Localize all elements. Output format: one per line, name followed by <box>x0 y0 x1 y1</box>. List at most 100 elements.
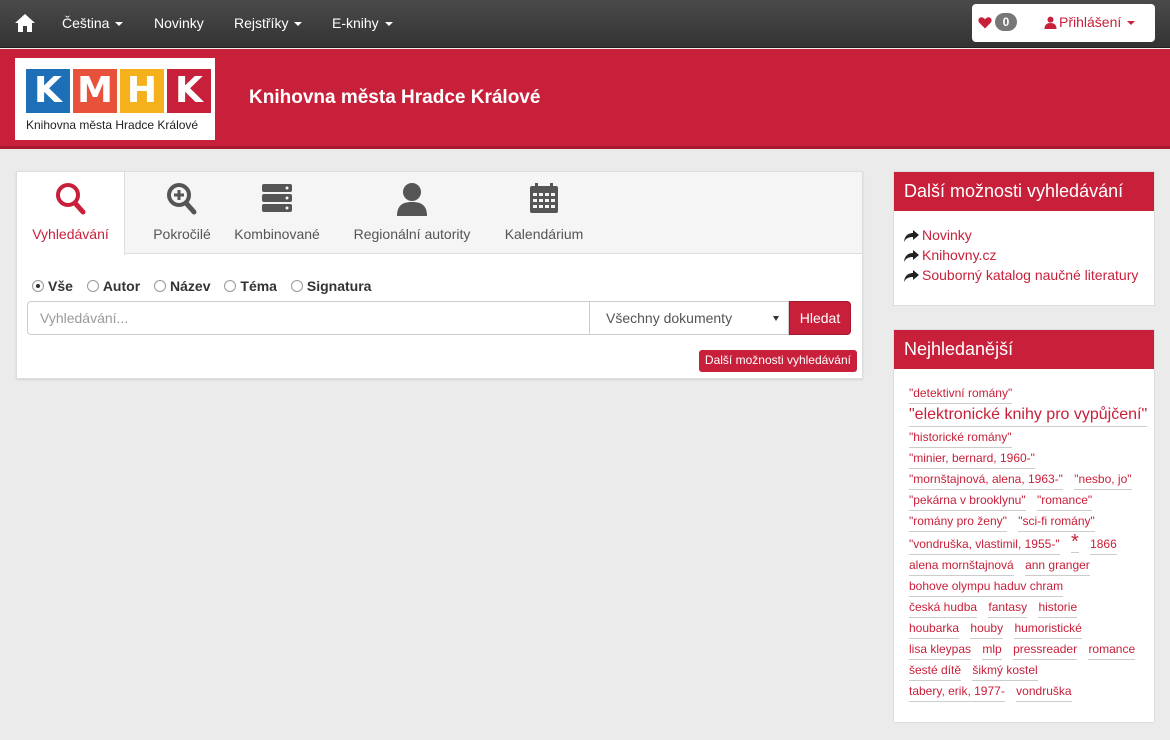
scope-radio-signatura[interactable]: Signatura <box>290 278 371 294</box>
logo-letter: K <box>34 70 62 111</box>
zoom-plus-icon <box>166 182 198 219</box>
logo-letter: K <box>175 70 203 111</box>
scope-radio-autor[interactable]: Autor <box>86 278 141 294</box>
popular-search-tag[interactable]: humoristické <box>1014 619 1082 639</box>
login-label: Přihlášení <box>1059 14 1122 30</box>
popular-search-tag[interactable]: pressreader <box>1013 640 1078 660</box>
calendar-icon <box>529 182 559 217</box>
logo-caption: Knihovna města Hradce Králové <box>26 118 199 132</box>
radio-unchecked <box>86 280 99 292</box>
list-item: Novinky <box>904 225 1154 245</box>
popular-search-tag[interactable]: vondruška <box>1016 682 1072 702</box>
nav-novinky[interactable]: Novinky <box>154 0 204 48</box>
popular-search-tag[interactable]: "pekárna v brooklynu" <box>909 491 1026 511</box>
popular-search-tag[interactable]: "sci-fi romány" <box>1018 512 1095 532</box>
popular-searches-title: Nejhledanější <box>894 330 1154 369</box>
popular-search-tag[interactable]: 1866 <box>1090 535 1117 555</box>
heart-icon <box>978 16 992 29</box>
search-scope-radios: Vše Autor Název Téma Signatura <box>32 278 381 294</box>
tab-kalendarium[interactable]: Kalendárium <box>497 172 591 254</box>
logo-letter: M <box>77 70 113 111</box>
user-panel: 0 Přihlášení <box>972 4 1155 42</box>
popular-search-tag[interactable]: česká hudba <box>909 598 978 618</box>
list-item: Souborný katalog naučné literatury <box>904 265 1154 285</box>
nav-eknihy[interactable]: E-knihy <box>332 0 393 48</box>
radio-label: Téma <box>240 278 277 294</box>
tab-label: Pokročilé <box>153 226 211 242</box>
popular-search-tag[interactable]: historie <box>1038 598 1078 618</box>
link-soborny-katalog[interactable]: Souborný katalog naučné literatury <box>922 267 1138 283</box>
popular-search-tag[interactable]: "romance" <box>1036 491 1093 511</box>
popular-search-tag[interactable]: mlp <box>982 640 1002 660</box>
popular-search-tag[interactable]: "minier, bernard, 1960-" <box>909 449 1035 469</box>
popular-search-tag[interactable]: fantasy <box>988 598 1028 618</box>
tab-vyhledavani[interactable]: Vyhledávání <box>17 172 125 255</box>
site-header: K M H K Knihovna města Hradce Králové Kn… <box>0 49 1170 149</box>
link-knihovny-cz[interactable]: Knihovny.cz <box>922 247 996 263</box>
server-stack-icon <box>261 182 293 217</box>
search-form: Všechny dokumenty Hledat <box>27 301 852 335</box>
search-panel: Vyhledávání Pokročilé Kombinované Region… <box>16 171 863 379</box>
popular-search-tag[interactable]: "detektivní romány" <box>909 384 1013 404</box>
popular-searches-box: Nejhledanější "detektivní romány" "elekt… <box>893 329 1155 723</box>
popular-search-tag[interactable]: tabery, erik, 1977- <box>909 682 1005 702</box>
nav-rejstriky[interactable]: Rejstříky <box>234 0 303 48</box>
user-icon <box>1044 16 1057 29</box>
radio-label: Autor <box>102 278 141 294</box>
nav-novinky-label: Novinky <box>154 15 204 31</box>
person-icon <box>396 182 428 219</box>
logo-tile: K <box>26 69 70 113</box>
popular-search-tag[interactable]: lisa kleypas <box>909 640 972 660</box>
nav-eknihy-label: E-knihy <box>332 15 379 31</box>
popular-search-tag[interactable]: šesté dítě <box>909 661 962 681</box>
logo-tiles: K M H K <box>26 69 214 113</box>
tab-label: Kombinované <box>234 226 320 242</box>
link-novinky[interactable]: Novinky <box>922 227 972 243</box>
language-menu-label: Čeština <box>62 15 110 31</box>
popular-search-tag[interactable]: "nesbo, jo" <box>1074 470 1132 490</box>
tab-pokrocile[interactable]: Pokročilé <box>127 172 237 254</box>
more-options-links: Novinky Knihovny.cz Souborný katalog nau… <box>894 211 1154 285</box>
site-title: Knihovna města Hradce Králové <box>249 87 541 108</box>
language-menu[interactable]: Čeština <box>62 0 124 48</box>
popular-search-tag[interactable]: "historické romány" <box>909 428 1012 448</box>
scope-radio-tema[interactable]: Téma <box>224 278 277 294</box>
popular-search-tag[interactable]: šikmý kostel <box>972 661 1038 681</box>
logo-tile: H <box>120 69 164 113</box>
radio-label: Vše <box>48 278 73 294</box>
document-type-value: Všechny dokumenty <box>606 310 733 326</box>
home-icon[interactable] <box>14 12 36 34</box>
popular-search-tag[interactable]: "romány pro ženy" <box>909 512 1007 532</box>
popular-search-tag[interactable]: "mornštajnová, alena, 1963-" <box>909 470 1063 490</box>
document-type-select[interactable]: Všechny dokumenty <box>590 301 789 335</box>
popular-search-tag[interactable]: houby <box>970 619 1004 639</box>
chevron-down-icon <box>773 316 779 321</box>
search-input[interactable] <box>27 301 590 335</box>
popular-search-tag[interactable]: "elektronické knihy pro vypůjčení" <box>909 404 1148 427</box>
radio-label: Název <box>170 278 211 294</box>
scope-radio-vse[interactable]: Vše <box>32 278 73 294</box>
scope-radio-nazev[interactable]: Název <box>154 278 211 294</box>
search-submit-button[interactable]: Hledat <box>789 301 851 335</box>
list-item: Knihovny.cz <box>904 245 1154 265</box>
site-logo[interactable]: K M H K Knihovna města Hradce Králové <box>15 58 215 140</box>
popular-search-tag[interactable]: ann granger <box>1025 556 1090 576</box>
favorites-count-badge: 0 <box>995 13 1017 32</box>
popular-search-tag[interactable]: "vondruška, vlastimil, 1955-" <box>909 535 1060 555</box>
radio-unchecked <box>290 280 303 292</box>
popular-search-tag[interactable]: romance <box>1088 640 1136 660</box>
popular-search-tag[interactable]: houbarka <box>909 619 960 639</box>
more-search-options-button[interactable]: Další možnosti vyhledávání <box>698 350 857 372</box>
favorites-button[interactable]: 0 <box>978 13 1017 33</box>
tab-kombinovane[interactable]: Kombinované <box>231 172 323 254</box>
login-menu[interactable]: Přihlášení <box>1044 14 1136 30</box>
tab-regionalni-autority[interactable]: Regionální autority <box>347 172 477 254</box>
popular-search-tag[interactable]: bohove olympu haduv chram <box>909 577 1064 597</box>
share-arrow-icon <box>904 250 919 262</box>
popular-search-tag[interactable]: * <box>1070 532 1079 553</box>
tab-label: Kalendárium <box>504 226 584 242</box>
tag-cloud: "detektivní romány" "elektronické knihy … <box>894 369 1154 712</box>
chevron-down-icon <box>294 22 303 27</box>
popular-search-tag[interactable]: alena mornštajnová <box>909 556 1014 576</box>
search-icon <box>55 182 87 219</box>
